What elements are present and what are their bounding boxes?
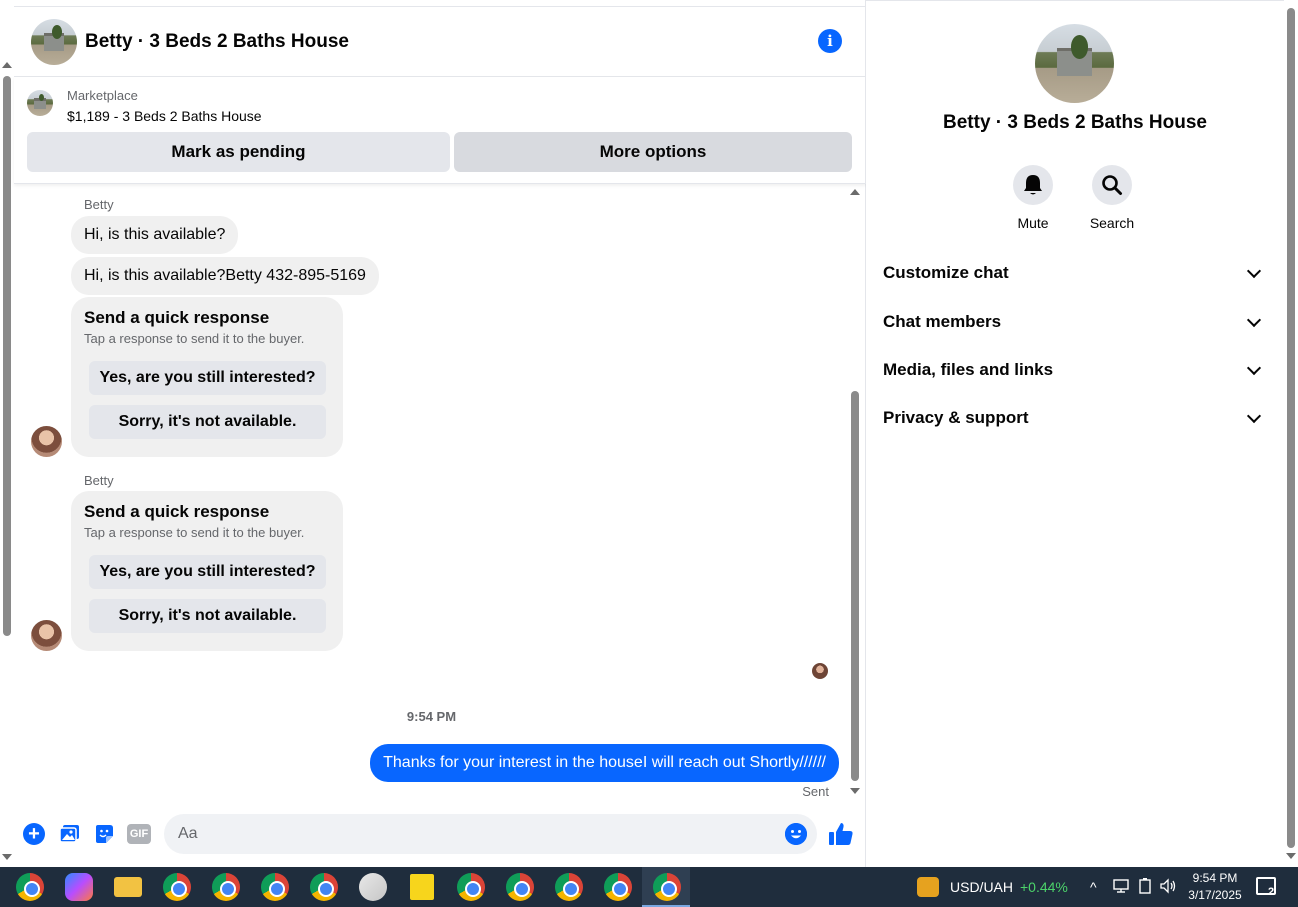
- clock-time[interactable]: 9:54 PM: [1190, 871, 1240, 885]
- notification-count: 2: [1268, 886, 1275, 898]
- scroll-down-arrow-icon[interactable]: [2, 854, 12, 860]
- quick-response-yes-button[interactable]: Yes, are you still interested?: [89, 361, 326, 395]
- file-explorer-icon[interactable]: [114, 877, 142, 897]
- listing-source: Marketplace: [67, 88, 138, 103]
- privacy-support-label: Privacy & support: [883, 408, 1029, 427]
- time-separator: 9:54 PM: [406, 709, 457, 724]
- message-bubble[interactable]: Hi, is this available?: [71, 216, 239, 254]
- scroll-down-arrow-icon[interactable]: [850, 788, 860, 794]
- customize-chat-label: Customize chat: [883, 263, 1009, 282]
- sender-avatar[interactable]: [31, 620, 62, 651]
- chat-members-label: Chat members: [883, 312, 1002, 331]
- taskbar: USD/UAH +0.44% ^ 9:54 PM 3/17/2025 2: [0, 867, 1298, 907]
- gif-icon[interactable]: GIF: [127, 824, 151, 844]
- scroll-up-arrow-icon[interactable]: [850, 189, 860, 195]
- message-bubble[interactable]: Hi, is this available?Betty 432-895-5169: [71, 257, 379, 295]
- chat-title[interactable]: Betty · 3 Beds 2 Baths House: [85, 31, 349, 53]
- sender-name: Betty: [84, 197, 114, 212]
- chrome-profile-icon[interactable]: [555, 873, 583, 901]
- messages-scrollbar[interactable]: [849, 185, 861, 800]
- listing-bar: Marketplace $1,189 - 3 Beds 2 Baths Hous…: [14, 77, 866, 184]
- chrome-profile-icon[interactable]: [506, 873, 534, 901]
- photo-icon[interactable]: [59, 823, 81, 845]
- panel-title: Betty · 3 Beds 2 Baths House: [943, 112, 1207, 133]
- sender-avatar[interactable]: [31, 426, 62, 457]
- quick-response-subtitle: Tap a response to send it to the buyer.: [84, 525, 305, 540]
- thumbs-up-icon[interactable]: [828, 821, 854, 847]
- battery-icon[interactable]: [1138, 878, 1152, 897]
- chrome-profile-icon[interactable]: [604, 873, 632, 901]
- quick-response-yes-button[interactable]: Yes, are you still interested?: [89, 555, 326, 589]
- quick-response-card: Send a quick response Tap a response to …: [71, 491, 343, 651]
- copilot-icon[interactable]: [65, 873, 93, 901]
- chat-members-row[interactable]: Chat members: [883, 302, 1267, 342]
- chevron-down-icon: [1246, 408, 1262, 424]
- more-options-button[interactable]: More options: [454, 132, 852, 172]
- coins-icon[interactable]: [917, 877, 939, 897]
- chevron-down-icon: [1246, 312, 1262, 328]
- media-files-links-label: Media, files and links: [883, 360, 1054, 379]
- chrome-profile-icon[interactable]: [261, 873, 289, 901]
- chat-header: Betty · 3 Beds 2 Baths House i: [14, 6, 866, 77]
- chrome-profile-icon[interactable]: [310, 873, 338, 901]
- seen-receipt-avatar: [812, 663, 828, 679]
- chrome-profile-icon[interactable]: [653, 873, 681, 901]
- panel-scrollbar[interactable]: [1284, 0, 1298, 867]
- emoji-icon[interactable]: [785, 823, 807, 845]
- clock-date[interactable]: 3/17/2025: [1185, 888, 1245, 902]
- message-composer: + GIF: [14, 810, 866, 860]
- chevron-down-icon: [1246, 263, 1262, 279]
- chevron-up-icon[interactable]: ^: [1090, 879, 1097, 895]
- volume-icon[interactable]: [1159, 878, 1177, 897]
- listing-thumbnail[interactable]: [27, 90, 53, 116]
- search-label: Search: [1089, 215, 1135, 231]
- chevron-down-icon: [1246, 360, 1262, 376]
- paint-icon[interactable]: [359, 873, 387, 901]
- chrome-profile-icon[interactable]: [163, 873, 191, 901]
- mark-as-pending-button[interactable]: Mark as pending: [27, 132, 450, 172]
- page-scrollbar[interactable]: [0, 58, 14, 864]
- panel-scrollbar-thumb[interactable]: [1287, 8, 1295, 848]
- plus-icon[interactable]: +: [23, 823, 45, 845]
- sender-name: Betty: [84, 473, 114, 488]
- scroll-up-arrow-icon[interactable]: [2, 62, 12, 68]
- sticker-icon[interactable]: [93, 823, 115, 845]
- quick-response-sorry-button[interactable]: Sorry, it's not available.: [89, 405, 326, 439]
- scroll-down-arrow-icon[interactable]: [1286, 853, 1296, 859]
- listing-avatar[interactable]: [31, 19, 77, 65]
- sticky-notes-icon[interactable]: [410, 874, 434, 900]
- currency-change: +0.44%: [1020, 879, 1068, 895]
- quick-response-title: Send a quick response: [84, 502, 270, 521]
- search-button[interactable]: Search: [1072, 165, 1152, 231]
- network-icon[interactable]: [1113, 878, 1129, 897]
- privacy-support-row[interactable]: Privacy & support: [883, 398, 1267, 438]
- bell-icon[interactable]: [1013, 165, 1053, 205]
- quick-response-title: Send a quick response: [84, 308, 270, 327]
- chat-window: Betty · 3 Beds 2 Baths House i Marketpla…: [14, 0, 866, 867]
- chrome-profile-icon[interactable]: [16, 873, 44, 901]
- page-scrollbar-thumb[interactable]: [3, 76, 11, 636]
- media-files-links-row[interactable]: Media, files and links: [883, 350, 1267, 390]
- message-status: Sent: [802, 784, 829, 799]
- search-icon[interactable]: [1092, 165, 1132, 205]
- panel-avatar[interactable]: [1035, 24, 1114, 103]
- quick-response-sorry-button[interactable]: Sorry, it's not available.: [89, 599, 326, 633]
- chrome-profile-icon[interactable]: [212, 873, 240, 901]
- mute-button[interactable]: Mute: [993, 165, 1073, 231]
- quick-response-subtitle: Tap a response to send it to the buyer.: [84, 331, 305, 346]
- currency-pair[interactable]: USD/UAH: [950, 879, 1013, 895]
- info-icon[interactable]: i: [818, 29, 842, 53]
- chrome-profile-icon[interactable]: [457, 873, 485, 901]
- message-input[interactable]: [164, 814, 817, 854]
- listing-price-title[interactable]: $1,189 - 3 Beds 2 Baths House: [67, 108, 262, 124]
- message-list: Betty Hi, is this available? Hi, is this…: [14, 185, 866, 800]
- messages-scrollbar-thumb[interactable]: [851, 391, 859, 781]
- sent-message-bubble[interactable]: Thanks for your interest in the houseI w…: [370, 744, 839, 782]
- quick-response-card: Send a quick response Tap a response to …: [71, 297, 343, 457]
- conversation-info-panel: Betty · 3 Beds 2 Baths House Mute Search…: [866, 0, 1284, 867]
- customize-chat-row[interactable]: Customize chat: [883, 253, 1267, 293]
- mute-label: Mute: [1017, 215, 1049, 231]
